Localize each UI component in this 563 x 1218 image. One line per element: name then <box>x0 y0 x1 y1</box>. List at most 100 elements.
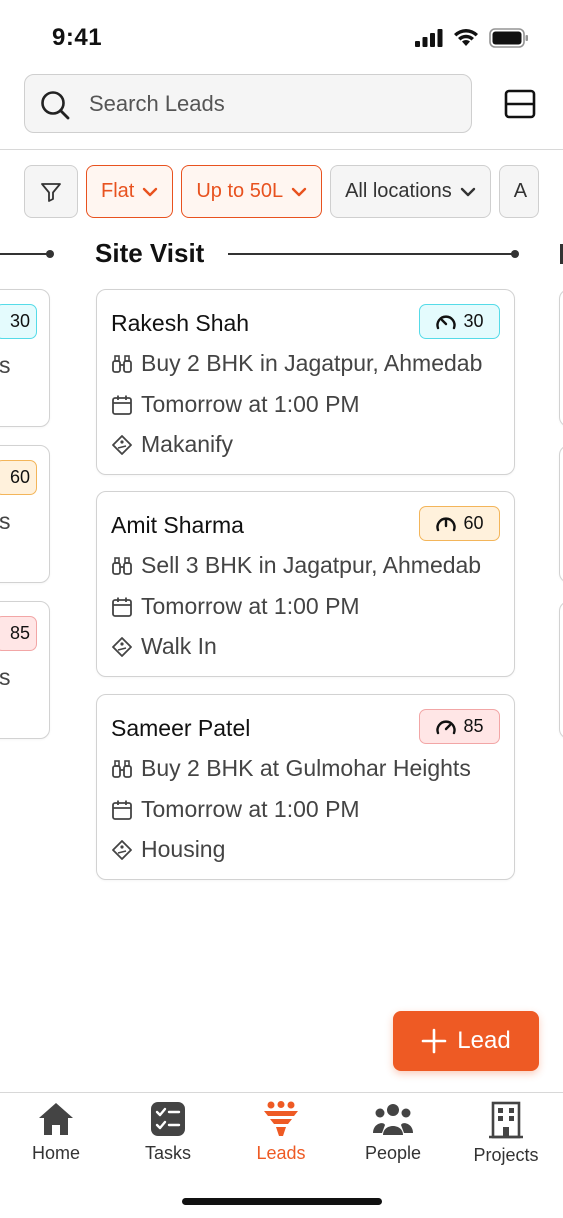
source-tag-icon <box>111 839 133 861</box>
column-divider-dot <box>511 250 519 258</box>
lead-name: Sameer Patel <box>111 715 251 741</box>
filter-chip-property-type[interactable]: Flat <box>86 165 174 218</box>
header-divider <box>0 149 563 150</box>
lead-source: Walk In <box>141 633 217 659</box>
home-icon <box>39 1103 73 1135</box>
nav-label: Projects <box>473 1145 539 1165</box>
people-icon <box>373 1104 413 1135</box>
filter-chip-label: Flat <box>101 180 135 202</box>
lead-name: Rakesh Shah <box>111 310 250 336</box>
battery-icon <box>489 28 528 48</box>
filter-chip-label: Up to 50L <box>196 180 284 202</box>
lead-schedule-row: Tomorrow at 1:00 PM <box>111 796 360 823</box>
lead-card[interactable]: Sameer Patel 85 Buy 2 BHK at Gulmohar He… <box>96 694 515 880</box>
lead-card-partial-right[interactable] <box>559 445 563 583</box>
card-text-fragment: s <box>0 508 11 534</box>
nav-item-tasks[interactable]: Tasks <box>113 1101 223 1164</box>
score-badge: 30 <box>419 304 500 339</box>
home-indicator <box>182 1198 382 1205</box>
lead-name: Amit Sharma <box>111 512 244 538</box>
wifi-icon <box>454 29 478 46</box>
binoculars-icon <box>111 555 133 577</box>
score-value: 60 <box>9 467 30 487</box>
column-title: Site Visit <box>95 238 205 268</box>
split-view-icon <box>504 89 536 119</box>
filter-chip-label: All locations <box>345 180 452 202</box>
filter-funnel-icon <box>41 182 61 202</box>
lead-schedule: Tomorrow at 1:00 PM <box>141 593 360 619</box>
calendar-icon <box>111 799 133 821</box>
score-value: 85 <box>9 623 30 643</box>
building-icon <box>489 1101 523 1139</box>
score-badge: 30 <box>0 304 37 339</box>
speedometer-low-icon <box>436 314 457 329</box>
lead-card[interactable]: Amit Sharma 60 Sell 3 BHK in Jagatpur, A… <box>96 491 515 677</box>
score-value: 60 <box>463 513 484 533</box>
search-icon <box>41 91 70 120</box>
column-divider-line <box>228 253 516 255</box>
status-icons <box>415 28 529 48</box>
lead-card-partial-right[interactable] <box>559 601 563 739</box>
leads-funnel-icon <box>264 1101 298 1136</box>
filter-chip-label: A <box>513 180 528 202</box>
search-row <box>0 74 563 136</box>
nav-item-home[interactable]: Home <box>1 1101 111 1164</box>
lead-requirement: Sell 3 BHK in Jagatpur, Ahmedab <box>141 552 482 578</box>
search-input[interactable] <box>89 89 459 119</box>
lead-source-row: Housing <box>111 836 225 863</box>
nav-label: Tasks <box>144 1143 191 1163</box>
card-text-fragment: s <box>0 352 11 378</box>
source-tag-icon <box>111 434 133 456</box>
score-value: 85 <box>463 716 484 736</box>
tasks-icon <box>151 1102 185 1136</box>
calendar-icon <box>111 596 133 618</box>
nav-item-people[interactable]: People <box>338 1101 448 1164</box>
filter-button[interactable] <box>24 165 78 218</box>
source-tag-icon <box>111 636 133 658</box>
score-value: 30 <box>9 311 30 331</box>
filter-chip-location[interactable]: All locations <box>330 165 491 218</box>
lead-requirement-row: Buy 2 BHK at Gulmohar Heights <box>111 755 471 782</box>
binoculars-icon <box>111 758 133 780</box>
lead-schedule-row: Tomorrow at 1:00 PM <box>111 391 360 418</box>
lead-card[interactable]: Rakesh Shah 30 Buy 2 BHK in Jagatpur, Ah… <box>96 289 515 475</box>
filter-chip-budget[interactable]: Up to 50L <box>181 165 323 218</box>
layout-toggle-button[interactable] <box>500 86 540 122</box>
nav-label: People <box>364 1143 422 1163</box>
filter-row: Flat Up to 50L All locations A <box>24 165 539 219</box>
nav-item-projects[interactable]: Projects <box>451 1101 561 1166</box>
speedometer-high-icon <box>436 719 457 734</box>
nav-label: Home <box>31 1143 80 1163</box>
score-value: 30 <box>463 311 484 331</box>
status-time: 9:41 <box>52 24 103 51</box>
lead-card-partial-left[interactable]: 85 s <box>0 601 50 739</box>
lead-card-partial-left[interactable]: 30 s <box>0 289 50 427</box>
search-box[interactable] <box>24 74 472 133</box>
speedometer-mid-icon <box>436 516 457 531</box>
score-badge: 85 <box>0 616 37 651</box>
lead-schedule: Tomorrow at 1:00 PM <box>141 391 360 417</box>
lead-schedule-row: Tomorrow at 1:00 PM <box>111 593 360 620</box>
lead-requirement: Buy 2 BHK in Jagatpur, Ahmedab <box>141 350 483 376</box>
lead-source: Makanify <box>141 431 234 457</box>
card-text-fragment: s <box>0 664 11 690</box>
score-badge: 85 <box>419 709 500 744</box>
lead-requirement-row: Buy 2 BHK in Jagatpur, Ahmedab <box>111 350 482 377</box>
cellular-signal-icon <box>415 29 443 47</box>
lead-card-partial-right[interactable] <box>559 289 563 427</box>
lead-requirement-row: Sell 3 BHK in Jagatpur, Ahmedab <box>111 552 481 579</box>
calendar-icon <box>111 394 133 416</box>
chevron-down-icon <box>291 187 307 196</box>
column-header-site-visit: Site Visit <box>0 238 563 272</box>
lead-card-partial-left[interactable]: 60 s <box>0 445 50 583</box>
binoculars-icon <box>111 353 133 375</box>
filter-chip-partial[interactable]: A <box>498 165 539 218</box>
lead-source: Housing <box>141 836 226 862</box>
status-bar: 9:41 <box>0 0 563 64</box>
score-badge: 60 <box>419 506 500 541</box>
add-lead-label: Lead <box>457 1027 511 1054</box>
plus-icon <box>421 1028 447 1054</box>
lead-source-row: Walk In <box>111 633 217 660</box>
add-lead-button[interactable]: Lead <box>393 1011 539 1071</box>
nav-item-leads[interactable]: Leads <box>226 1101 336 1164</box>
